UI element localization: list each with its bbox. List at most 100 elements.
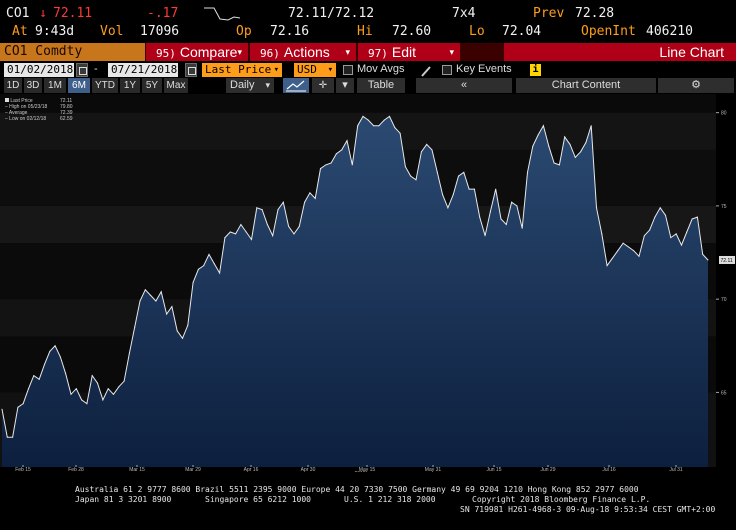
period-tab-5y[interactable]: 5Y bbox=[142, 78, 162, 93]
footer-copyright: Copyright 2018 Bloomberg Finance L.P. bbox=[472, 495, 651, 504]
calendar-icon[interactable] bbox=[76, 63, 88, 77]
actions-button[interactable]: 96) Actions ▾ bbox=[250, 43, 356, 61]
info-icon[interactable]: i bbox=[530, 64, 541, 76]
data-point bbox=[436, 171, 438, 173]
down-arrow-icon: ↓ bbox=[39, 6, 47, 21]
period-tab-ytd[interactable]: YTD bbox=[92, 78, 118, 93]
chevron-down-icon: ▾ bbox=[273, 65, 279, 75]
security-field[interactable]: CO1 Comdty bbox=[0, 43, 145, 61]
currency-select[interactable]: USD ▾ bbox=[294, 63, 336, 77]
data-point bbox=[542, 125, 545, 127]
calendar-icon[interactable] bbox=[185, 63, 197, 77]
data-point bbox=[144, 289, 146, 291]
collapse-button[interactable]: « bbox=[416, 78, 512, 93]
crosshair-icon[interactable]: ✛ bbox=[312, 78, 334, 93]
data-point bbox=[362, 115, 364, 117]
open-label: Op bbox=[236, 24, 252, 39]
vol-label: Vol bbox=[100, 24, 124, 39]
y-axis-area bbox=[716, 94, 736, 472]
data-point bbox=[468, 188, 470, 190]
data-point bbox=[325, 164, 327, 166]
data-point bbox=[431, 149, 433, 151]
edit-button[interactable]: 97) Edit ▾ bbox=[358, 43, 460, 61]
frequency-select[interactable]: Daily ▾ bbox=[226, 78, 274, 93]
data-point bbox=[553, 162, 555, 164]
data-point bbox=[484, 235, 486, 237]
data-point bbox=[59, 356, 61, 358]
data-point bbox=[601, 233, 603, 235]
field-select[interactable]: Last Price ▾ bbox=[202, 63, 282, 77]
chevron-down-icon: ▾ bbox=[345, 47, 350, 57]
sparkline-icon bbox=[202, 5, 242, 23]
data-point bbox=[314, 197, 316, 200]
line-options-icon[interactable]: ▾ bbox=[336, 78, 354, 93]
data-point bbox=[65, 373, 67, 375]
period-tab-3d[interactable]: 3D bbox=[24, 78, 42, 93]
period-tab-max[interactable]: Max bbox=[164, 78, 188, 93]
bid-ask-size: 7x4 bbox=[452, 6, 476, 21]
settings-bar: 01/02/2018 - 07/21/2018 Last Price ▾ USD ▾… bbox=[0, 62, 736, 77]
period-tab-1m[interactable]: 1M bbox=[44, 78, 66, 93]
data-point bbox=[335, 153, 338, 155]
x-tick-label: Apr 16 bbox=[244, 467, 259, 472]
data-point bbox=[155, 300, 157, 302]
data-point bbox=[372, 125, 375, 127]
table-button[interactable]: Table bbox=[357, 78, 405, 93]
data-point bbox=[521, 227, 523, 229]
data-point bbox=[500, 218, 502, 220]
data-point bbox=[234, 233, 237, 235]
start-date-input[interactable]: 01/02/2018 bbox=[4, 63, 74, 77]
data-point bbox=[707, 259, 709, 261]
data-point bbox=[505, 223, 507, 226]
x-tick-label: Feb 28 bbox=[68, 467, 84, 472]
data-point bbox=[181, 337, 184, 339]
data-point bbox=[617, 250, 619, 252]
high-value: 72.60 bbox=[392, 24, 432, 39]
data-point bbox=[394, 126, 396, 129]
period-bar: 1D 3D 1M 6M YTD 1Y 5Y Max Daily ▾ ✛ ▾ Table « Ch… bbox=[0, 78, 736, 93]
data-point bbox=[410, 175, 412, 177]
plot-band bbox=[0, 94, 716, 113]
data-point bbox=[495, 188, 497, 190]
data-point bbox=[33, 375, 35, 377]
data-point bbox=[580, 151, 582, 153]
data-point bbox=[81, 399, 83, 401]
data-point bbox=[256, 207, 258, 209]
gear-icon[interactable]: ⚙ bbox=[658, 78, 734, 93]
data-point bbox=[6, 436, 8, 438]
footer-us: U.S. 1 212 318 2000 bbox=[344, 495, 436, 504]
pencil-icon[interactable] bbox=[420, 63, 432, 77]
data-point bbox=[479, 216, 481, 218]
period-tab-1y[interactable]: 1Y bbox=[120, 78, 140, 93]
key-events-checkbox[interactable] bbox=[442, 65, 452, 75]
data-point bbox=[357, 125, 359, 127]
last-price: 72.11 bbox=[53, 6, 93, 21]
end-date-input[interactable]: 07/21/2018 bbox=[108, 63, 178, 77]
data-point bbox=[341, 149, 343, 151]
data-point bbox=[346, 140, 348, 142]
data-point bbox=[160, 291, 162, 293]
data-point bbox=[187, 324, 189, 326]
footer: Australia 61 2 9777 8600 Brazil 5511 239… bbox=[0, 483, 736, 528]
data-point bbox=[622, 242, 624, 244]
data-point bbox=[447, 207, 449, 209]
data-point bbox=[378, 125, 380, 127]
mov-avgs-checkbox[interactable] bbox=[343, 65, 353, 75]
line-chart-icon[interactable] bbox=[283, 78, 309, 93]
data-point bbox=[399, 132, 401, 134]
data-point bbox=[489, 210, 491, 213]
chart-content-button[interactable]: Chart Content bbox=[516, 78, 656, 93]
chevron-down-icon: ▾ bbox=[265, 80, 270, 90]
data-point bbox=[351, 164, 353, 166]
data-point bbox=[526, 171, 529, 173]
period-tab-6m[interactable]: 6M bbox=[68, 78, 90, 93]
period-tab-1d[interactable]: 1D bbox=[4, 78, 22, 93]
footer-session: SN 719981 H261-4968-3 09-Aug-18 9:53:34 … bbox=[460, 505, 716, 514]
data-point bbox=[38, 378, 40, 380]
data-point bbox=[558, 164, 560, 166]
data-point bbox=[197, 268, 200, 270]
price-chart[interactable]: 65 70 75 80 72.11 Feb 15 Feb 28 Mar 15 Mar 29 Apr… bbox=[0, 94, 736, 472]
data-point bbox=[585, 141, 587, 144]
compare-button[interactable]: 95) Compare ▾ bbox=[146, 43, 248, 61]
data-point bbox=[686, 231, 688, 233]
